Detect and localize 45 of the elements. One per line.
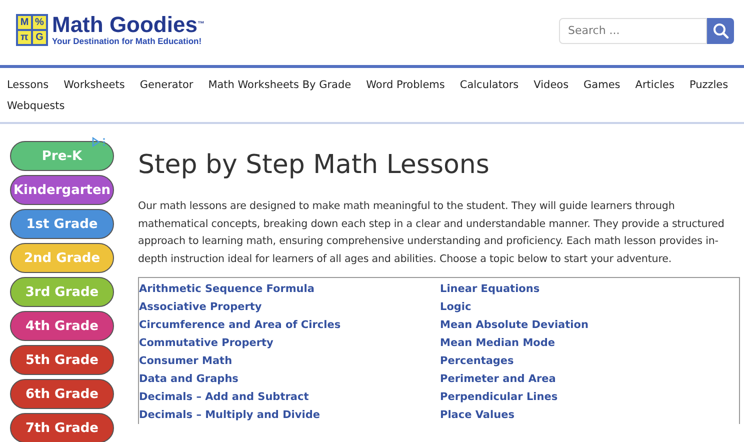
grade-button[interactable]: 5th Grade bbox=[10, 345, 114, 375]
topic-link[interactable]: Logic bbox=[440, 298, 739, 316]
search-field[interactable]: Search ... bbox=[559, 18, 707, 44]
nav-link[interactable]: Games bbox=[584, 76, 620, 95]
topic-link[interactable]: Perpendicular Lines bbox=[440, 388, 739, 406]
topic-link[interactable]: Decimals – Multiply and Divide bbox=[139, 406, 440, 424]
topic-link[interactable]: Mean Median Mode bbox=[440, 334, 739, 352]
topic-link[interactable]: Arithmetic Sequence Formula bbox=[139, 280, 440, 298]
search-icon bbox=[712, 22, 728, 38]
intro-paragraph: Our math lessons are designed to make math meaningful to the student. They will guide learners through mathematical concepts, breaking down each step in a clear and understandable manner. They provide a structured approach to learning math, ensuring comprehensive understanding and proficiency. Each math lesson provides in-depth instruction ideal for learners of all ages and abilities. Choose a topic below to start your adventure. bbox=[138, 199, 726, 266]
nav-link[interactable]: Worksheets bbox=[64, 76, 125, 95]
topic-link[interactable]: Circumference and Area of Circles bbox=[139, 316, 440, 334]
logo-tile: M bbox=[18, 16, 31, 28]
topic-link[interactable]: Data and Graphs bbox=[139, 370, 440, 388]
tagline: Your Destination for Math Education! bbox=[52, 36, 203, 46]
search-button[interactable] bbox=[707, 18, 734, 44]
topic-link[interactable]: Mean Absolute Deviation bbox=[440, 316, 739, 334]
topic-link[interactable]: Associative Property bbox=[139, 298, 440, 316]
logo-tile: π bbox=[18, 30, 31, 44]
page-title: Step by Step Math Lessons bbox=[138, 150, 490, 180]
topic-link[interactable]: Commutative Property bbox=[139, 334, 440, 352]
ad-choices-icon[interactable] bbox=[92, 137, 106, 147]
nav-link[interactable]: Calculators bbox=[460, 76, 519, 95]
topic-link[interactable]: Decimals – Add and Subtract bbox=[139, 388, 440, 406]
nav-link[interactable]: Word Problems bbox=[366, 76, 445, 95]
nav-link[interactable]: Articles bbox=[635, 76, 674, 95]
site-name[interactable]: Math Goodies bbox=[52, 12, 198, 36]
topic-link[interactable]: Linear Equations bbox=[440, 280, 739, 298]
nav-link[interactable]: Puzzles bbox=[689, 76, 728, 95]
grade-button[interactable]: 6th Grade bbox=[10, 379, 114, 409]
topic-link[interactable]: Percentages bbox=[440, 352, 739, 370]
nav-link[interactable]: Generator bbox=[140, 76, 194, 95]
logo-tile: G bbox=[33, 30, 46, 44]
logo-tile: % bbox=[33, 16, 46, 28]
nav-link[interactable]: Math Worksheets By Grade bbox=[208, 76, 352, 95]
topic-link[interactable]: Consumer Math bbox=[139, 352, 440, 370]
trademark: ™ bbox=[197, 20, 204, 28]
grade-button[interactable]: 4th Grade bbox=[10, 311, 114, 341]
topic-link[interactable]: Place Values bbox=[440, 406, 739, 424]
grade-button[interactable]: Kindergarten bbox=[10, 175, 114, 205]
nav-link[interactable]: Webquests bbox=[7, 97, 65, 116]
nav-link[interactable]: Lessons bbox=[7, 76, 49, 95]
nav-link[interactable]: Videos bbox=[534, 76, 569, 95]
grade-button[interactable]: 7th Grade bbox=[10, 413, 114, 442]
topic-link[interactable]: Perimeter and Area bbox=[440, 370, 739, 388]
